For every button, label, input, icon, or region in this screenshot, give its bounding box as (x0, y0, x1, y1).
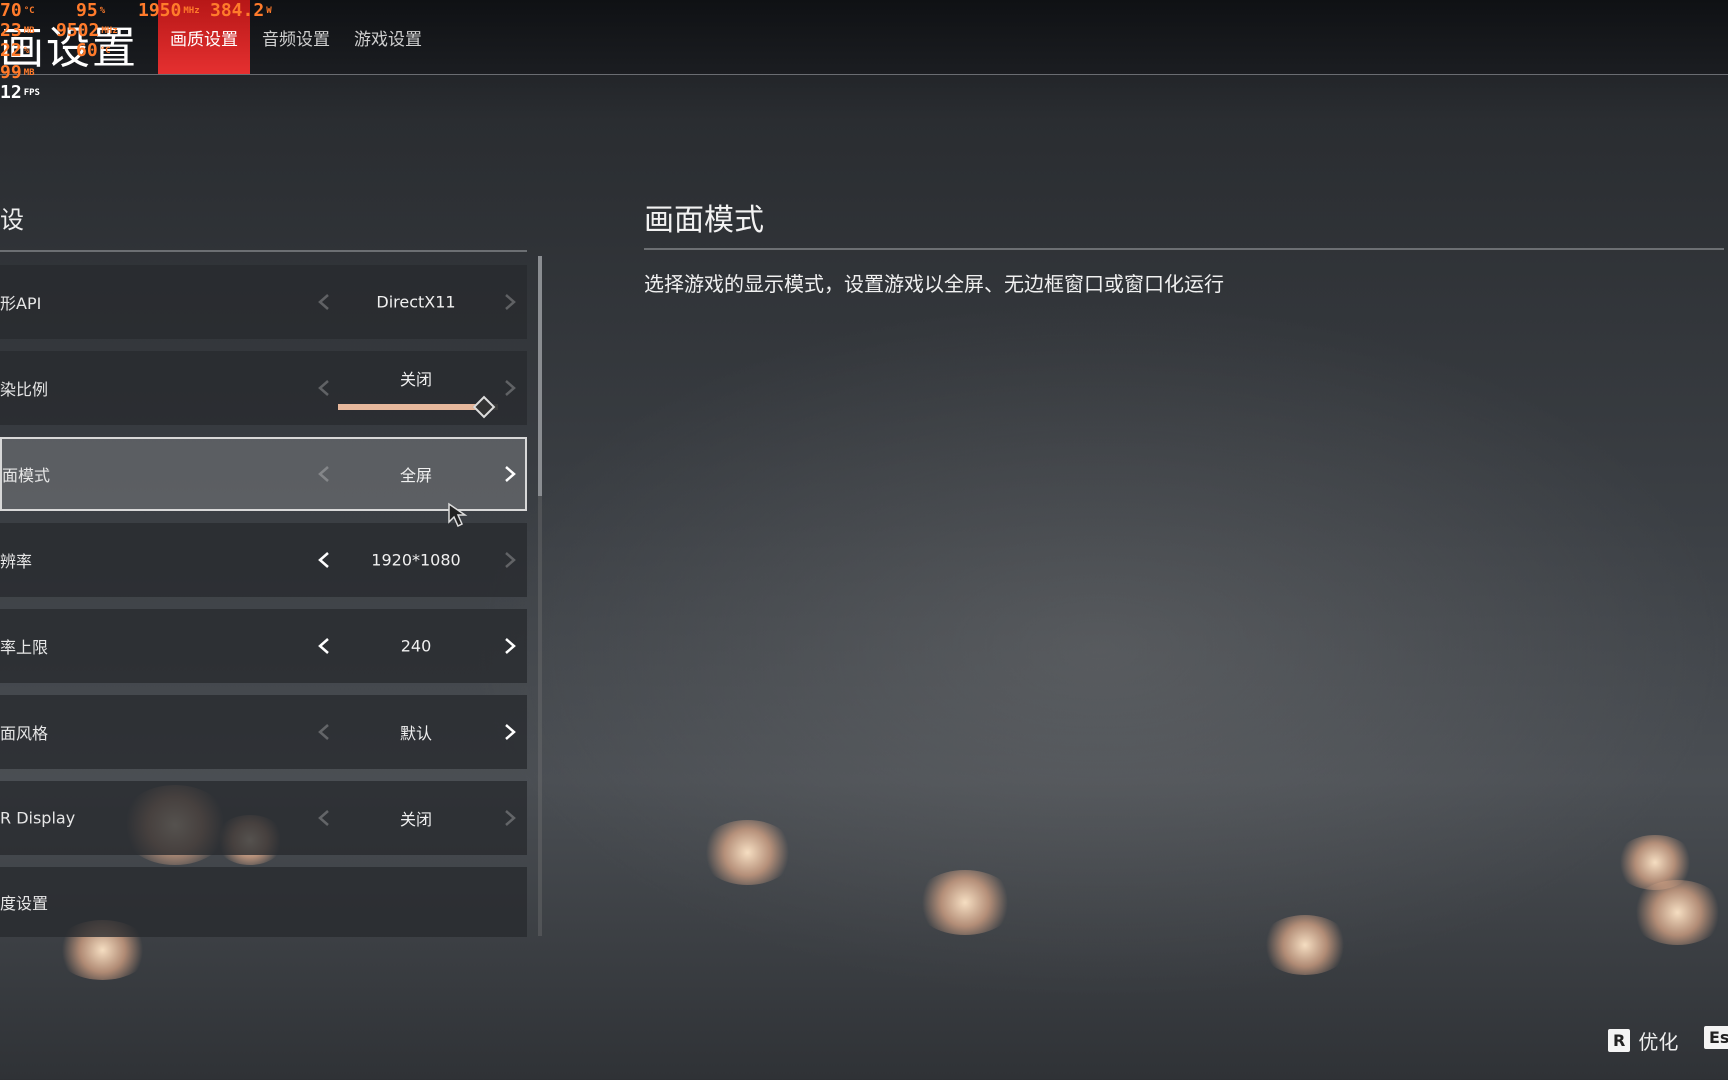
setting-value: 关闭 (399, 810, 432, 829)
description-divider (644, 248, 1724, 250)
gpu-load: 95 (76, 0, 98, 21)
optimize-hint[interactable]: R 优化 (1608, 1026, 1678, 1055)
key-esc: Es (1704, 1026, 1728, 1049)
chevron-right-icon[interactable] (500, 464, 520, 484)
setting-label: 辨率 (0, 552, 33, 571)
chevron-right-icon[interactable] (500, 378, 520, 398)
render-scale-slider[interactable] (338, 395, 498, 419)
setting-label: 度设置 (0, 894, 49, 913)
setting-value: 默认 (399, 724, 432, 743)
lantern-decoration (915, 870, 1015, 935)
settings-scrollbar[interactable] (538, 256, 542, 936)
lantern-decoration (1260, 915, 1350, 975)
gpu-power: 384.2 (210, 0, 265, 21)
setting-value: DirectX11 (376, 292, 456, 312)
chevron-left-icon[interactable] (314, 550, 334, 570)
setting-label: 面风格 (0, 724, 49, 743)
key-r: R (1608, 1029, 1631, 1052)
setting-label: 形API (0, 294, 42, 313)
gpu-temp: 70 (0, 0, 22, 21)
chevron-right-icon[interactable] (500, 550, 520, 570)
chevron-left-icon[interactable] (314, 292, 334, 312)
esc-hint[interactable]: Es (1704, 1026, 1728, 1049)
setting-row-visual-style[interactable]: 面风格 默认 (0, 695, 527, 769)
optimize-label: 优化 (1638, 1030, 1679, 1054)
vram-used: 23 (0, 20, 22, 41)
lantern-decoration (700, 820, 795, 885)
chevron-left-icon[interactable] (314, 464, 334, 484)
lantern-decoration (1630, 880, 1725, 945)
chevron-left-icon[interactable] (314, 722, 334, 742)
setting-value: 240 (400, 636, 432, 656)
chevron-left-icon[interactable] (314, 378, 334, 398)
fps-counter: 12 (0, 82, 22, 103)
mouse-pointer-icon (448, 502, 468, 528)
description-title: 画面模式 (644, 203, 764, 238)
chevron-right-icon[interactable] (500, 292, 520, 312)
setting-label: 染比例 (0, 380, 49, 399)
ram-used: 99 (0, 62, 22, 83)
setting-row-graphics-api[interactable]: 形API DirectX11 (0, 265, 527, 339)
setting-label: R Display (0, 808, 76, 828)
scrollbar-thumb[interactable] (538, 256, 542, 496)
mem-clock: 9502 (56, 20, 100, 41)
cpu-load: 22 (0, 40, 22, 61)
setting-value: 1920*1080 (371, 550, 461, 570)
chevron-right-icon[interactable] (500, 722, 520, 742)
section-divider (0, 250, 527, 252)
description-text: 选择游戏的显示模式，设置游戏以全屏、无边框窗口或窗口化运行 (644, 272, 1224, 296)
setting-row-display-mode[interactable]: 面模式 全屏 (0, 437, 527, 511)
chevron-right-icon[interactable] (500, 808, 520, 828)
setting-label: 面模式 (2, 466, 51, 485)
setting-row-brightness[interactable]: 度设置 (0, 867, 527, 937)
setting-row-hdr-display[interactable]: R Display 关闭 (0, 781, 527, 855)
cpu-temp: 60 (76, 40, 98, 61)
chevron-right-icon[interactable] (500, 636, 520, 656)
setting-row-frame-rate-limit[interactable]: 率上限 240 (0, 609, 527, 683)
setting-value: 关闭 (399, 369, 432, 389)
setting-label: 率上限 (0, 638, 49, 657)
chevron-left-icon[interactable] (314, 636, 334, 656)
chevron-left-icon[interactable] (314, 808, 334, 828)
setting-row-render-scale[interactable]: 染比例 关闭 (0, 351, 527, 425)
section-title: 设 (0, 206, 24, 234)
gpu-clock: 1950 (138, 0, 182, 21)
setting-row-resolution[interactable]: 辨率 1920*1080 (0, 523, 527, 597)
setting-value: 全屏 (399, 466, 432, 485)
slider-fill (338, 404, 482, 410)
tab-game-settings[interactable]: 游戏设置 (342, 0, 434, 74)
